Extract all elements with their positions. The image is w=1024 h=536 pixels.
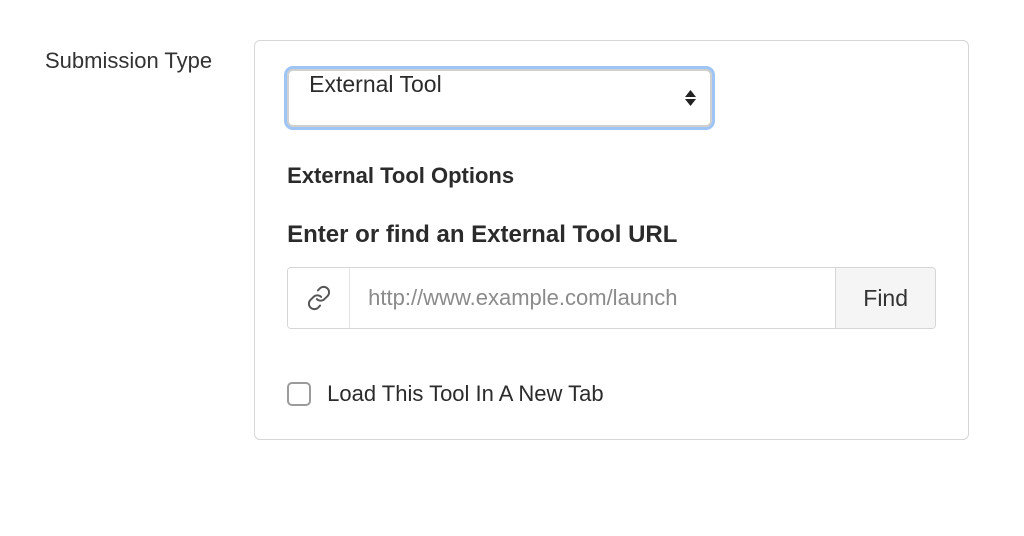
submission-type-label: Submission Type <box>45 40 212 74</box>
find-button[interactable]: Find <box>835 268 935 328</box>
new-tab-checkbox[interactable] <box>287 382 311 406</box>
external-tool-url-group: Find <box>287 267 936 329</box>
submission-options-panel: External Tool External Tool Options Ente… <box>254 40 969 440</box>
external-tool-url-input[interactable] <box>350 268 835 328</box>
external-tool-url-heading: Enter or find an External Tool URL <box>287 221 936 249</box>
new-tab-checkbox-label[interactable]: Load This Tool In A New Tab <box>327 381 603 407</box>
external-tool-options-heading: External Tool Options <box>287 163 936 189</box>
link-icon <box>288 268 350 328</box>
submission-type-select[interactable]: External Tool <box>287 69 712 127</box>
